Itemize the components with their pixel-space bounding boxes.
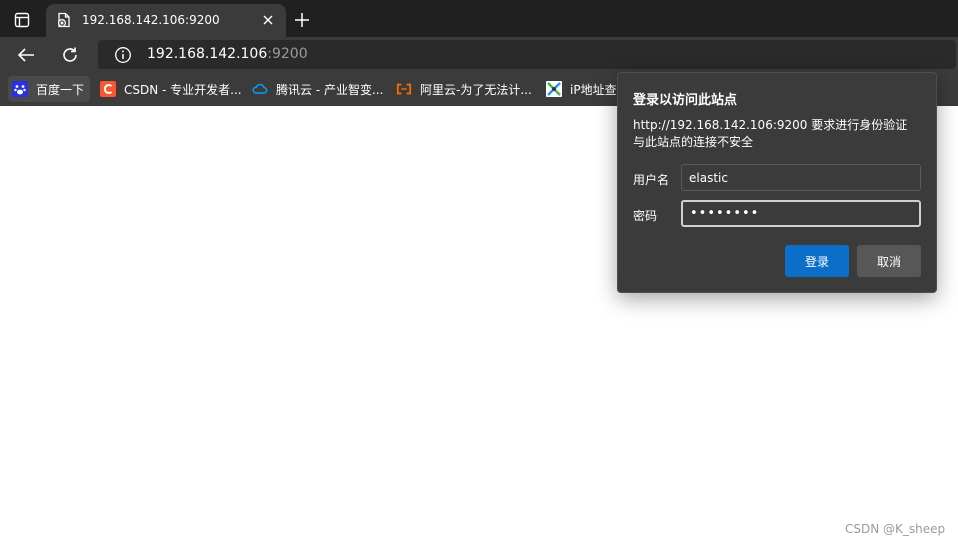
bookmark-label: 百度一下 xyxy=(36,82,85,97)
refresh-icon[interactable] xyxy=(58,43,82,67)
bookmark-csdn[interactable]: CSDN - 专业开发者... xyxy=(96,76,244,102)
bookmark-label: iP地址查 xyxy=(570,82,617,97)
password-label: 密码 xyxy=(633,209,658,223)
bookmark-aliyun[interactable]: 阿里云-为了无法计... xyxy=(392,76,538,102)
toolbar: 192.168.142.106:9200 xyxy=(0,37,958,72)
site-info-icon[interactable] xyxy=(114,46,132,64)
watermark: CSDN @K_sheep xyxy=(845,522,946,536)
tab-title: 192.168.142.106:9200 xyxy=(82,13,220,27)
dialog-title: 登录以访问此站点 xyxy=(633,93,738,108)
close-tab-icon[interactable] xyxy=(260,12,276,28)
tencent-cloud-icon xyxy=(252,81,268,97)
bookmark-label: 腾讯云 - 产业智变... xyxy=(276,82,384,97)
back-arrow-icon[interactable] xyxy=(14,43,38,67)
baidu-paw-icon xyxy=(12,81,28,97)
tab-actions-icon[interactable] xyxy=(10,10,34,30)
auth-dialog: 登录以访问此站点 http://192.168.142.106:9200 要求进… xyxy=(617,72,937,293)
bookmark-tencent-cloud[interactable]: 腾讯云 - 产业智变... xyxy=(248,76,388,102)
login-button[interactable]: 登录 xyxy=(785,245,849,277)
bookmark-ip-lookup[interactable]: iP地址查 xyxy=(542,76,618,102)
csdn-c-icon xyxy=(100,81,116,97)
url-host: 192.168.142.106 xyxy=(147,46,268,62)
bookmark-label: CSDN - 专业开发者... xyxy=(124,82,242,97)
bookmark-baidu[interactable]: 百度一下 xyxy=(8,76,90,102)
url-text: 192.168.142.106:9200 xyxy=(147,46,308,62)
cancel-button[interactable]: 取消 xyxy=(857,245,921,277)
auth-required-message: http://192.168.142.106:9200 要求进行身份验证 xyxy=(633,118,908,132)
tab-active[interactable]: 192.168.142.106:9200 xyxy=(46,4,286,37)
page-error-icon xyxy=(56,12,72,28)
new-tab-icon[interactable] xyxy=(292,10,312,30)
aliyun-icon xyxy=(396,81,412,97)
address-bar[interactable]: 192.168.142.106:9200 xyxy=(98,40,956,69)
ip-lookup-icon xyxy=(546,81,562,97)
username-input[interactable] xyxy=(681,164,921,191)
browser-window: 192.168.142.106:9200 192.168.142.106:920… xyxy=(0,0,958,546)
username-label: 用户名 xyxy=(633,173,670,187)
password-input[interactable] xyxy=(681,200,921,227)
url-port: :9200 xyxy=(267,46,308,62)
tab-strip: 192.168.142.106:9200 xyxy=(0,0,958,37)
bookmark-label: 阿里云-为了无法计... xyxy=(420,82,532,97)
insecure-connection-message: 与此站点的连接不安全 xyxy=(633,135,754,149)
